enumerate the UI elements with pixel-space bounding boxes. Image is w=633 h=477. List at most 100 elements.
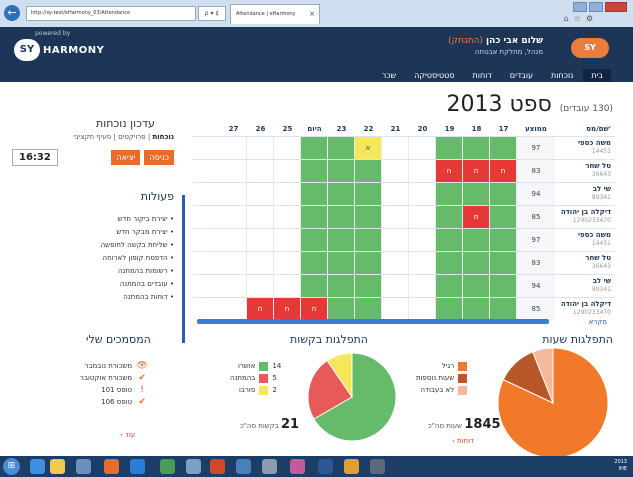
col-name-header[interactable]: שם/מס' — [555, 122, 615, 136]
employee-cell[interactable]: משה כספי 14451 — [555, 229, 615, 251]
day-cell[interactable] — [247, 183, 274, 205]
day-cell[interactable] — [355, 275, 382, 297]
day-cell[interactable] — [220, 229, 247, 251]
tab-budget[interactable]: סעיף תקציבי — [73, 133, 111, 141]
day-cell[interactable] — [328, 137, 355, 159]
day-cell[interactable] — [355, 183, 382, 205]
nav-item[interactable]: עובדים — [502, 69, 541, 82]
employee-cell[interactable]: דיקלה בן יהודה 1290233470 — [555, 206, 615, 228]
exclamation-icon[interactable]: ! — [136, 385, 148, 395]
day-cell[interactable] — [436, 252, 463, 274]
day-cell[interactable] — [274, 229, 301, 251]
day-cell[interactable] — [409, 206, 436, 228]
day-cell[interactable] — [355, 298, 382, 320]
reports-link[interactable]: דוחות › — [452, 437, 474, 445]
day-cell[interactable] — [220, 206, 247, 228]
day-cell[interactable] — [274, 206, 301, 228]
action-link[interactable]: יצירת ביקור חדש — [12, 213, 174, 226]
day-cell[interactable]: מ — [463, 206, 490, 228]
day-cell[interactable]: א — [355, 137, 382, 159]
day-cell[interactable] — [382, 160, 409, 182]
day-cell[interactable] — [436, 298, 463, 320]
word-icon[interactable] — [318, 459, 333, 474]
day-cell[interactable] — [247, 275, 274, 297]
action-link[interactable]: הדפסת קופון לארוחה — [12, 252, 174, 265]
day-cell[interactable] — [274, 252, 301, 274]
day-cell[interactable] — [436, 206, 463, 228]
day-cell[interactable] — [301, 229, 328, 251]
address-bar[interactable]: http://sy-test/eHarmony_03/Attendance — [26, 6, 196, 21]
day-cell[interactable] — [274, 275, 301, 297]
day-cell[interactable] — [301, 160, 328, 182]
logout-link[interactable]: (התנתק) — [448, 36, 483, 46]
nav-item[interactable]: שכר — [374, 69, 404, 82]
day-cell[interactable] — [301, 275, 328, 297]
minimize-button[interactable] — [573, 2, 587, 12]
day-cell[interactable] — [301, 137, 328, 159]
day-cell[interactable] — [409, 160, 436, 182]
action-link[interactable]: רשומות בהמתנה — [12, 265, 174, 278]
day-cell[interactable] — [328, 298, 355, 320]
paint-icon[interactable] — [290, 459, 305, 474]
eye-icon[interactable]: 👁 — [136, 361, 148, 371]
day-cell[interactable] — [328, 229, 355, 251]
day-cell[interactable] — [328, 160, 355, 182]
day-cell[interactable] — [247, 137, 274, 159]
nav-item[interactable]: נוכחות — [543, 69, 581, 82]
day-cell[interactable] — [382, 275, 409, 297]
star-icon[interactable]: ☆ — [574, 14, 581, 23]
day-cell[interactable]: ח — [247, 298, 274, 320]
app-icon[interactable] — [104, 459, 119, 474]
doc-item[interactable]: ✔ משכורת אוקטובר — [80, 372, 148, 384]
day-cell[interactable] — [382, 252, 409, 274]
action-link[interactable]: עובדים בהמתנה — [12, 278, 174, 291]
media-icon[interactable] — [76, 459, 91, 474]
check-icon[interactable]: ✔ — [136, 373, 148, 383]
day-cell[interactable] — [436, 275, 463, 297]
day-cell[interactable] — [382, 137, 409, 159]
employee-cell[interactable]: שי לב 89341 — [555, 183, 615, 205]
day-cell[interactable] — [490, 298, 517, 320]
tab-attendance[interactable]: נוכחות — [152, 133, 174, 141]
brand-logo[interactable]: SY HARMONY — [14, 39, 104, 61]
day-cell[interactable] — [382, 298, 409, 320]
day-cell[interactable] — [328, 252, 355, 274]
day-cell[interactable] — [382, 229, 409, 251]
legend-link[interactable]: מקרא — [589, 318, 607, 326]
day-cell[interactable] — [382, 206, 409, 228]
browser-tab[interactable]: Attendance | eHarmony × — [230, 4, 320, 24]
day-cell[interactable] — [490, 252, 517, 274]
day-cell[interactable]: ח — [463, 160, 490, 182]
day-cell[interactable] — [409, 252, 436, 274]
day-cell[interactable] — [463, 275, 490, 297]
gear-icon[interactable]: ⚙ — [586, 14, 593, 23]
day-cell[interactable] — [301, 252, 328, 274]
day-cell[interactable] — [274, 137, 301, 159]
action-link[interactable]: דוחות בהמתנה — [12, 291, 174, 304]
day-cell[interactable] — [409, 183, 436, 205]
settings-icon[interactable] — [370, 459, 385, 474]
skype-icon[interactable] — [130, 459, 145, 474]
day-cell[interactable] — [463, 298, 490, 320]
day-cell[interactable] — [247, 160, 274, 182]
day-cell[interactable]: ח — [436, 160, 463, 182]
day-cell[interactable] — [436, 137, 463, 159]
nav-item[interactable]: דוחות — [465, 69, 500, 82]
nav-item[interactable]: בית — [583, 69, 611, 82]
day-cell[interactable] — [247, 252, 274, 274]
day-cell[interactable] — [463, 252, 490, 274]
day-cell[interactable]: ח — [274, 298, 301, 320]
outlook-icon[interactable] — [344, 459, 359, 474]
day-cell[interactable]: ח — [490, 160, 517, 182]
exit-button[interactable]: יציאה — [111, 150, 141, 165]
day-cell[interactable] — [409, 298, 436, 320]
day-cell[interactable] — [247, 229, 274, 251]
tab-projects[interactable]: פרויקטים — [118, 133, 146, 141]
day-cell[interactable] — [247, 206, 274, 228]
check-icon[interactable]: ✔ — [136, 397, 148, 407]
day-cell[interactable] — [274, 160, 301, 182]
day-cell[interactable] — [382, 183, 409, 205]
day-cell[interactable] — [355, 252, 382, 274]
more-docs-link[interactable]: עוד › — [120, 431, 135, 439]
day-cell[interactable] — [436, 183, 463, 205]
